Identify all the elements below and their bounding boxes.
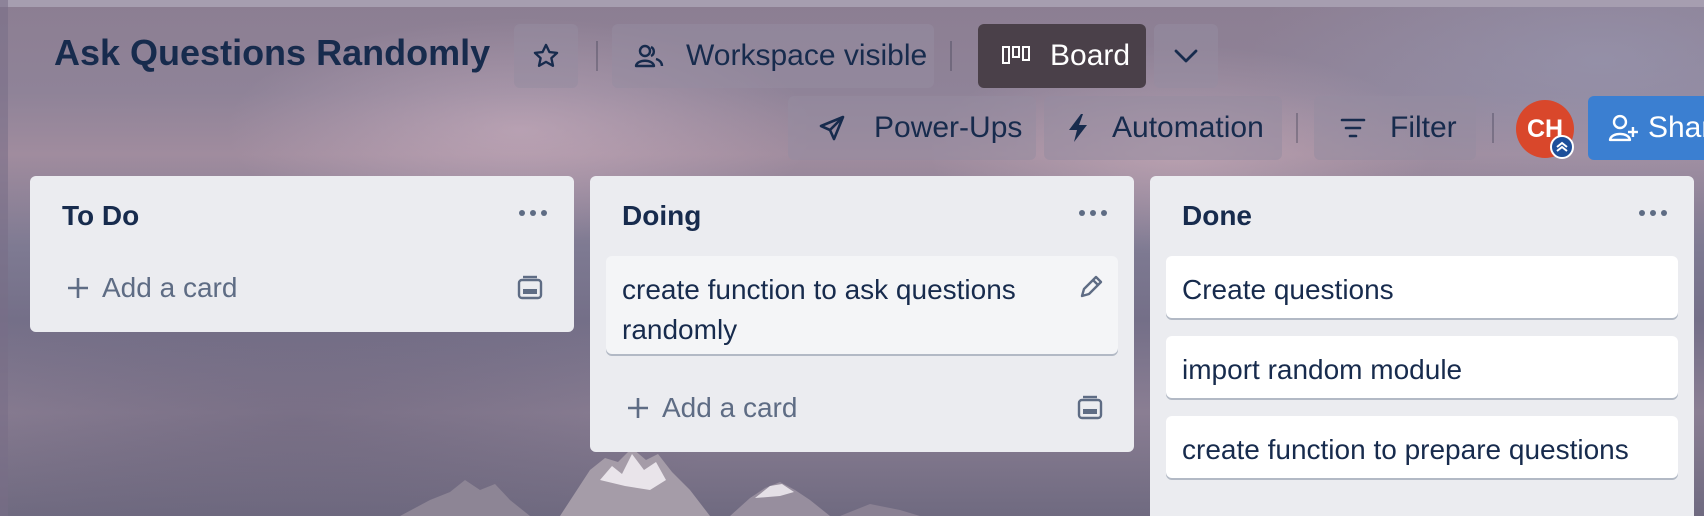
- lightning-icon: [1069, 114, 1087, 142]
- power-ups-button[interactable]: Power-Ups: [788, 96, 1036, 160]
- filter-label: Filter: [1390, 111, 1457, 144]
- star-board-button[interactable]: [514, 24, 578, 88]
- card-title: import random module: [1182, 354, 1463, 385]
- window-top-edge: [0, 0, 1704, 7]
- list-done: Done Create questions import random modu…: [1150, 176, 1694, 516]
- header-divider: [1492, 113, 1494, 143]
- plus-icon: [628, 398, 648, 418]
- card[interactable]: Create questions: [1166, 256, 1678, 318]
- chevron-down-icon: [1174, 49, 1198, 63]
- automation-button[interactable]: Automation: [1044, 96, 1282, 160]
- card[interactable]: create function to prepare questions: [1166, 416, 1678, 478]
- view-switcher-button[interactable]: [1154, 24, 1218, 88]
- add-card-label: Add a card: [102, 272, 238, 303]
- automation-label: Automation: [1112, 111, 1264, 144]
- people-icon: [634, 44, 664, 68]
- share-label: Share: [1647, 111, 1704, 144]
- card[interactable]: import random module: [1166, 336, 1678, 398]
- share-button[interactable]: Share: [1588, 96, 1704, 160]
- pencil-icon[interactable]: [1078, 274, 1104, 300]
- card-title: Create questions: [1182, 274, 1394, 305]
- filter-button[interactable]: Filter: [1314, 96, 1476, 160]
- header-divider: [1296, 113, 1298, 143]
- filter-icon: [1340, 118, 1366, 138]
- card-title: create function to ask questions randoml…: [622, 274, 1016, 345]
- board-view-button[interactable]: Board: [978, 24, 1146, 88]
- card-title: create function to prepare questions: [1182, 434, 1629, 465]
- board-title[interactable]: Ask Questions Randomly: [54, 32, 490, 74]
- more-horizontal-icon[interactable]: [1078, 208, 1108, 218]
- admin-badge-icon: [1550, 135, 1574, 159]
- board-view-label: Board: [1050, 39, 1131, 72]
- workspace-visible-button[interactable]: Workspace visible: [612, 24, 934, 88]
- header-divider: [596, 41, 598, 71]
- rocket-icon: [819, 115, 845, 141]
- more-horizontal-icon[interactable]: [518, 208, 548, 218]
- add-card-button[interactable]: Add a card: [606, 380, 1118, 436]
- add-card-button[interactable]: Add a card: [46, 260, 558, 316]
- card[interactable]: create function to ask questions randoml…: [606, 256, 1118, 354]
- list-title[interactable]: Doing: [622, 200, 701, 232]
- board-icon: [1002, 46, 1030, 64]
- add-card-label: Add a card: [662, 392, 798, 423]
- add-person-icon: [1608, 114, 1638, 142]
- card-template-icon[interactable]: [516, 274, 544, 302]
- star-icon: [533, 43, 559, 67]
- plus-icon: [68, 278, 88, 298]
- card-template-icon[interactable]: [1076, 394, 1104, 422]
- board-page: Ask Questions Randomly Workspace visible…: [0, 0, 1704, 516]
- window-left-edge: [0, 0, 8, 516]
- list-title[interactable]: To Do: [62, 200, 139, 232]
- list-to-do: To Do Add a card: [30, 176, 574, 332]
- header-divider: [950, 41, 952, 71]
- power-ups-label: Power-Ups: [874, 111, 1023, 144]
- workspace-visible-label: Workspace visible: [686, 39, 928, 72]
- list-doing: Doing create function to ask questions r…: [590, 176, 1134, 452]
- more-horizontal-icon[interactable]: [1638, 208, 1668, 218]
- list-title[interactable]: Done: [1182, 200, 1252, 232]
